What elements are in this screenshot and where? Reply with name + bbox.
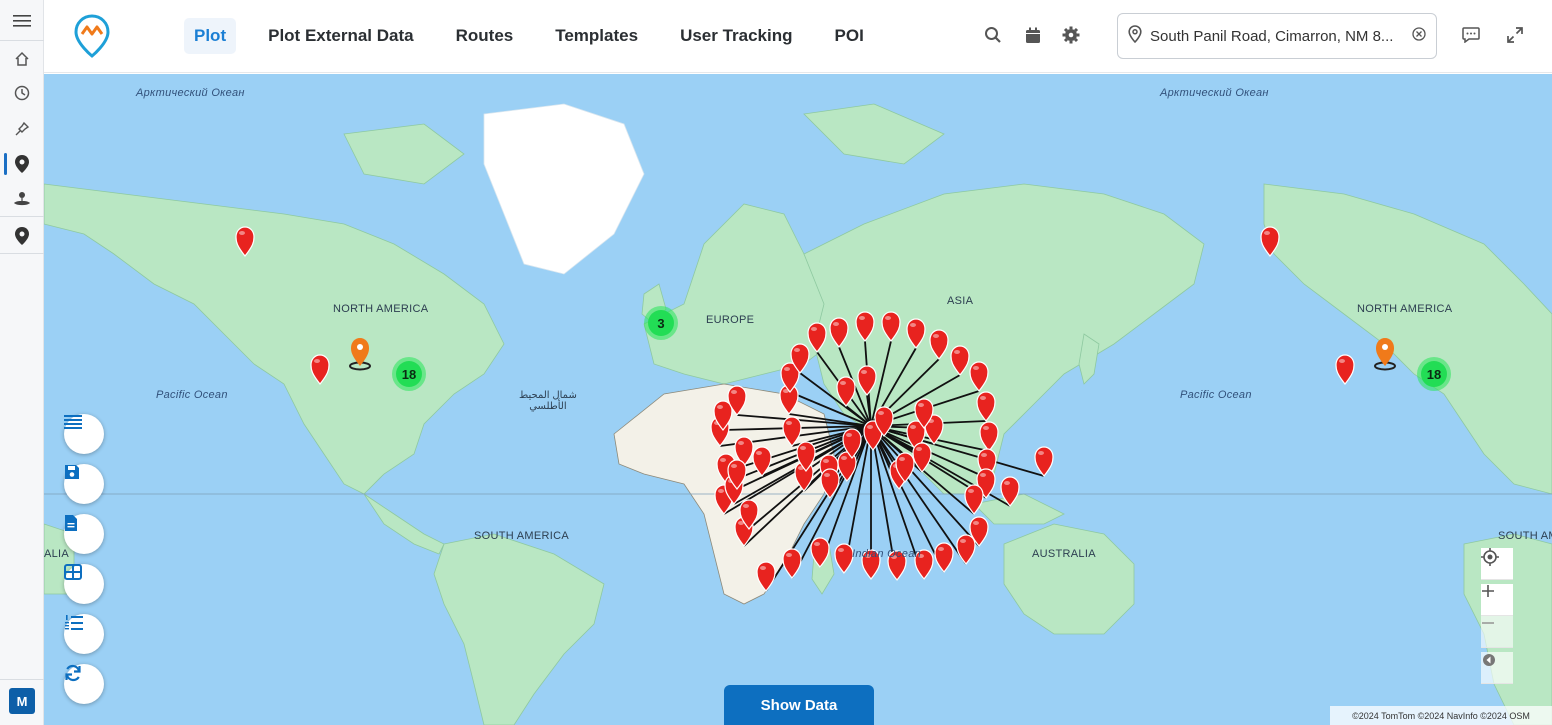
tab-plot-external-data[interactable]: Plot External Data bbox=[258, 18, 424, 54]
map-marker[interactable] bbox=[1335, 354, 1355, 385]
marker-icon[interactable] bbox=[0, 219, 44, 253]
map-marker[interactable] bbox=[956, 534, 976, 565]
map-marker[interactable] bbox=[934, 542, 954, 573]
map-marker[interactable] bbox=[1034, 446, 1054, 477]
left-rail: M bbox=[0, 0, 44, 725]
map-label-arctic: Арктический Океан bbox=[136, 87, 245, 99]
route-icon[interactable] bbox=[0, 182, 44, 216]
location-pin-icon bbox=[1128, 24, 1142, 48]
menu-icon[interactable] bbox=[0, 4, 44, 38]
pin-icon[interactable] bbox=[0, 112, 44, 146]
rail-divider bbox=[0, 253, 44, 254]
map-marker[interactable] bbox=[782, 548, 802, 579]
map-label-south-america: SOUTH AMERICA bbox=[1498, 530, 1552, 542]
main-nav: Plot Plot External Data Routes Templates… bbox=[184, 18, 896, 54]
refresh-button[interactable] bbox=[64, 664, 104, 704]
gear-icon[interactable] bbox=[1060, 24, 1082, 46]
marker-cluster-us[interactable]: 18 bbox=[392, 357, 426, 391]
tab-poi[interactable]: POI bbox=[825, 18, 874, 54]
tab-templates[interactable]: Templates bbox=[545, 18, 648, 54]
history-icon[interactable] bbox=[0, 76, 44, 110]
document-button[interactable] bbox=[64, 514, 104, 554]
app-logo[interactable] bbox=[74, 14, 110, 58]
map-marker[interactable] bbox=[834, 543, 854, 574]
map-canvas[interactable]: Арктический Океан Арктический Океан NORT… bbox=[44, 74, 1552, 725]
grid-button[interactable] bbox=[64, 564, 104, 604]
map-label-arctic: Арктический Океан bbox=[1160, 87, 1269, 99]
calendar-icon[interactable] bbox=[1022, 24, 1044, 46]
zoom-out-button[interactable] bbox=[1481, 616, 1513, 648]
list-button[interactable] bbox=[64, 414, 104, 454]
orange-marker[interactable] bbox=[1374, 338, 1396, 371]
compass-button[interactable] bbox=[1481, 652, 1513, 684]
location-icon[interactable] bbox=[0, 147, 44, 181]
address-search[interactable]: South Panil Road, Cimarron, NM 8... bbox=[1117, 13, 1437, 59]
map-label-south-america: SOUTH AMERICA bbox=[474, 530, 569, 542]
map-label-australia: AUSTRALIA bbox=[1032, 548, 1096, 560]
marker-cluster-europe[interactable]: 3 bbox=[644, 306, 678, 340]
ordered-list-button[interactable] bbox=[64, 614, 104, 654]
map-label-edge: ALIA bbox=[44, 548, 70, 560]
home-icon[interactable] bbox=[0, 42, 44, 76]
map-label-north-america: NORTH AMERICA bbox=[1357, 303, 1453, 315]
map-label-asia: ASIA bbox=[947, 295, 974, 307]
tab-routes[interactable]: Routes bbox=[446, 18, 524, 54]
expand-icon[interactable] bbox=[1504, 24, 1526, 46]
clear-icon[interactable] bbox=[1412, 26, 1426, 46]
search-icon[interactable] bbox=[982, 24, 1004, 46]
app-root: M Plot Plot External Data Routes Templat… bbox=[0, 0, 1552, 725]
map-label-north-america: NORTH AMERICA bbox=[333, 303, 429, 315]
map-label-europe: EUROPE bbox=[706, 314, 755, 326]
avatar[interactable]: M bbox=[9, 688, 35, 714]
map-layer bbox=[44, 103, 1552, 725]
zoom-in-button[interactable] bbox=[1481, 584, 1513, 616]
tab-user-tracking[interactable]: User Tracking bbox=[670, 18, 802, 54]
map-label-pacific: Pacific Ocean bbox=[156, 389, 228, 401]
top-header: Plot Plot External Data Routes Templates… bbox=[44, 0, 1552, 73]
map-label-atlantic: شمال المحيط الأطلسي bbox=[519, 390, 577, 412]
tab-plot[interactable]: Plot bbox=[184, 18, 237, 54]
locate-button[interactable] bbox=[1481, 548, 1513, 580]
rail-divider bbox=[0, 679, 44, 680]
map-label-indian-ocean: Indian Ocean bbox=[852, 548, 922, 560]
save-button[interactable] bbox=[64, 464, 104, 504]
show-data-button[interactable]: Show Data bbox=[724, 685, 874, 725]
address-search-value[interactable]: South Panil Road, Cimarron, NM 8... bbox=[1150, 28, 1412, 45]
map-attribution: ©2024 TomTom ©2024 NavInfo ©2024 OSM bbox=[1330, 706, 1552, 725]
chat-icon[interactable] bbox=[1460, 24, 1482, 46]
rail-divider bbox=[0, 216, 44, 217]
marker-cluster-us[interactable]: 18 bbox=[1417, 357, 1451, 391]
rail-divider bbox=[0, 40, 44, 41]
map-label-pacific: Pacific Ocean bbox=[1180, 389, 1252, 401]
